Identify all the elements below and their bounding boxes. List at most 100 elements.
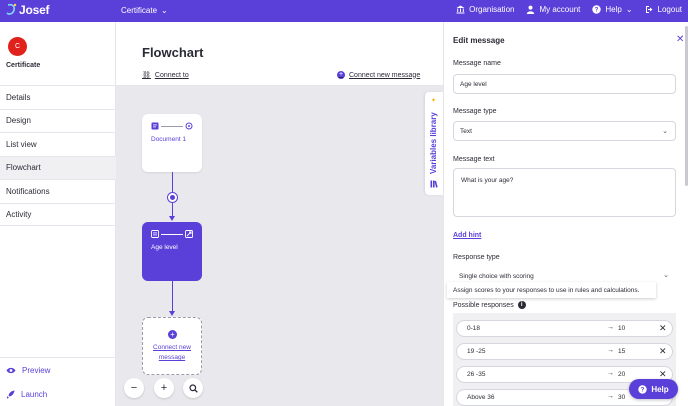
possible-responses-label: Possible responses [453, 301, 514, 309]
message-name-label: Message name [453, 60, 501, 67]
josef-logo-icon [6, 3, 17, 15]
connector-line [172, 281, 173, 312]
top-bar: Josef Certificate ⌄ Organisation My acco… [0, 0, 688, 22]
my-account-label: My account [539, 5, 581, 14]
my-account-link[interactable]: My account [526, 5, 580, 14]
variables-library-tab[interactable]: ✦ Variables library [425, 92, 443, 195]
svg-text:?: ? [641, 386, 645, 393]
arrow-right-icon: → [607, 324, 614, 331]
organisation-link[interactable]: Organisation [456, 5, 514, 14]
sidebar-item-details[interactable]: Details [0, 85, 116, 109]
sidebar-nav: Details Design List view Flowchart Notif… [0, 85, 116, 226]
launch-button[interactable]: Launch [0, 382, 116, 406]
connect-new-message-link[interactable]: + Connect new message [337, 71, 420, 79]
chevron-down-icon: ⌄ [625, 5, 633, 14]
preview-label: Preview [22, 365, 51, 375]
project-switcher[interactable]: Certificate ⌄ [121, 6, 168, 15]
chevron-down-icon: ⌄ [161, 6, 168, 15]
help-button-label: Help [651, 384, 669, 394]
star-icon: ✦ [431, 98, 437, 104]
sidebar-item-notifications[interactable]: Notifications [0, 179, 116, 203]
message-text-value: What is your age? [461, 177, 514, 184]
response-type-label: Response type [453, 254, 500, 261]
preview-button[interactable]: Preview [0, 358, 116, 382]
top-nav: Organisation My account ? Help ⌄ Logout [456, 5, 682, 14]
search-icon [188, 383, 198, 393]
flowchart-header: Flowchart ⛓ Connect to + Connect new mes… [116, 22, 443, 86]
sidebar-item-activity[interactable]: Activity [0, 202, 116, 226]
message-name-input[interactable]: Age level [453, 74, 676, 94]
response-score[interactable]: 20 [618, 371, 625, 378]
plus-circle-icon: + [337, 71, 345, 79]
zoom-in-button[interactable]: + [154, 378, 174, 398]
add-hint-link[interactable]: Add hint [453, 232, 481, 239]
link-icon: ⛓ [142, 72, 151, 79]
organisation-label: Organisation [469, 5, 515, 14]
flow-node-age-level[interactable]: Age level [142, 222, 202, 281]
response-label: 0-18 [467, 325, 481, 332]
arrow-down-icon [169, 311, 175, 316]
chevron-down-icon: ⌄ [662, 128, 668, 135]
arrow-right-icon: → [607, 347, 614, 354]
eye-icon [6, 367, 16, 373]
flow-node-connect-new-message[interactable]: + Connect new message [142, 317, 202, 375]
message-text-label: Message text [453, 156, 495, 163]
question-circle-icon: ? [592, 5, 602, 14]
node-label-age-level: Age level [151, 244, 178, 251]
user-icon [527, 5, 535, 14]
logout-link[interactable]: Logout [645, 5, 682, 14]
response-type-tooltip: Assign scores to your responses to use i… [447, 282, 656, 298]
gear-icon[interactable] [185, 122, 193, 130]
message-type-value: Text [460, 127, 472, 135]
node-label-document: Document 1 [151, 136, 187, 143]
project-name: Certificate [6, 62, 41, 69]
arrow-down-icon [169, 216, 175, 221]
help-menu[interactable]: ? Help ⌄ [592, 5, 633, 14]
josef-logo[interactable]: Josef [6, 3, 50, 17]
sidebar-item-list-view[interactable]: List view [0, 132, 116, 156]
connect-to-link[interactable]: ⛓ Connect to [142, 71, 189, 80]
connector-line [172, 203, 173, 217]
rocket-icon [7, 390, 15, 398]
response-label: 19 -25 [467, 348, 486, 355]
connect-new-message-label: Connect new message [349, 71, 421, 79]
plus-circle-icon: + [168, 330, 177, 339]
remove-icon[interactable]: ✕ [659, 323, 667, 334]
sidebar-item-flowchart[interactable]: Flowchart [0, 155, 116, 179]
library-icon [430, 180, 438, 188]
dot-inner [170, 195, 175, 200]
info-icon[interactable]: i [517, 301, 526, 309]
node-line [161, 126, 183, 127]
remove-icon[interactable]: ✕ [659, 346, 667, 357]
add-step-dot[interactable] [167, 192, 178, 203]
response-row[interactable]: 19 -25 → 15 ✕ [456, 343, 673, 360]
launch-label: Launch [21, 389, 48, 399]
logout-icon [645, 6, 653, 13]
response-score[interactable]: 15 [618, 348, 625, 355]
zoom-out-button[interactable]: − [124, 378, 144, 398]
response-score[interactable]: 10 [618, 325, 625, 332]
response-label: Above 36 [467, 394, 495, 401]
connect-new-message-node-label[interactable]: Connect new message [143, 343, 201, 363]
new-label-line2: message [158, 354, 186, 361]
logo-text: Josef [19, 3, 50, 17]
branch-icon[interactable] [185, 230, 193, 238]
flow-node-document[interactable]: Document 1 [142, 114, 202, 172]
help-button[interactable]: ? Help [629, 379, 678, 399]
panel-title: Edit message [453, 36, 505, 45]
new-label-line1: Connect new [153, 344, 191, 351]
document-icon [151, 122, 159, 130]
response-row[interactable]: 0-18 → 10 ✕ [456, 320, 673, 337]
svg-text:?: ? [595, 7, 599, 14]
sidebar-bottom: Preview Launch [0, 357, 116, 406]
list-icon [151, 230, 159, 238]
response-score[interactable]: 30 [618, 394, 625, 401]
page-title: Flowchart [142, 45, 204, 60]
message-text-input[interactable]: What is your age? [453, 168, 676, 217]
message-type-select[interactable]: Text ⌄ [453, 121, 676, 141]
flowchart-canvas[interactable]: Document 1 Age level + Connect new messa… [116, 86, 443, 406]
sidebar-item-design[interactable]: Design [0, 108, 116, 133]
zoom-fit-button[interactable] [183, 378, 203, 398]
close-icon[interactable]: ✕ [676, 34, 684, 45]
message-type-label: Message type [453, 108, 497, 115]
